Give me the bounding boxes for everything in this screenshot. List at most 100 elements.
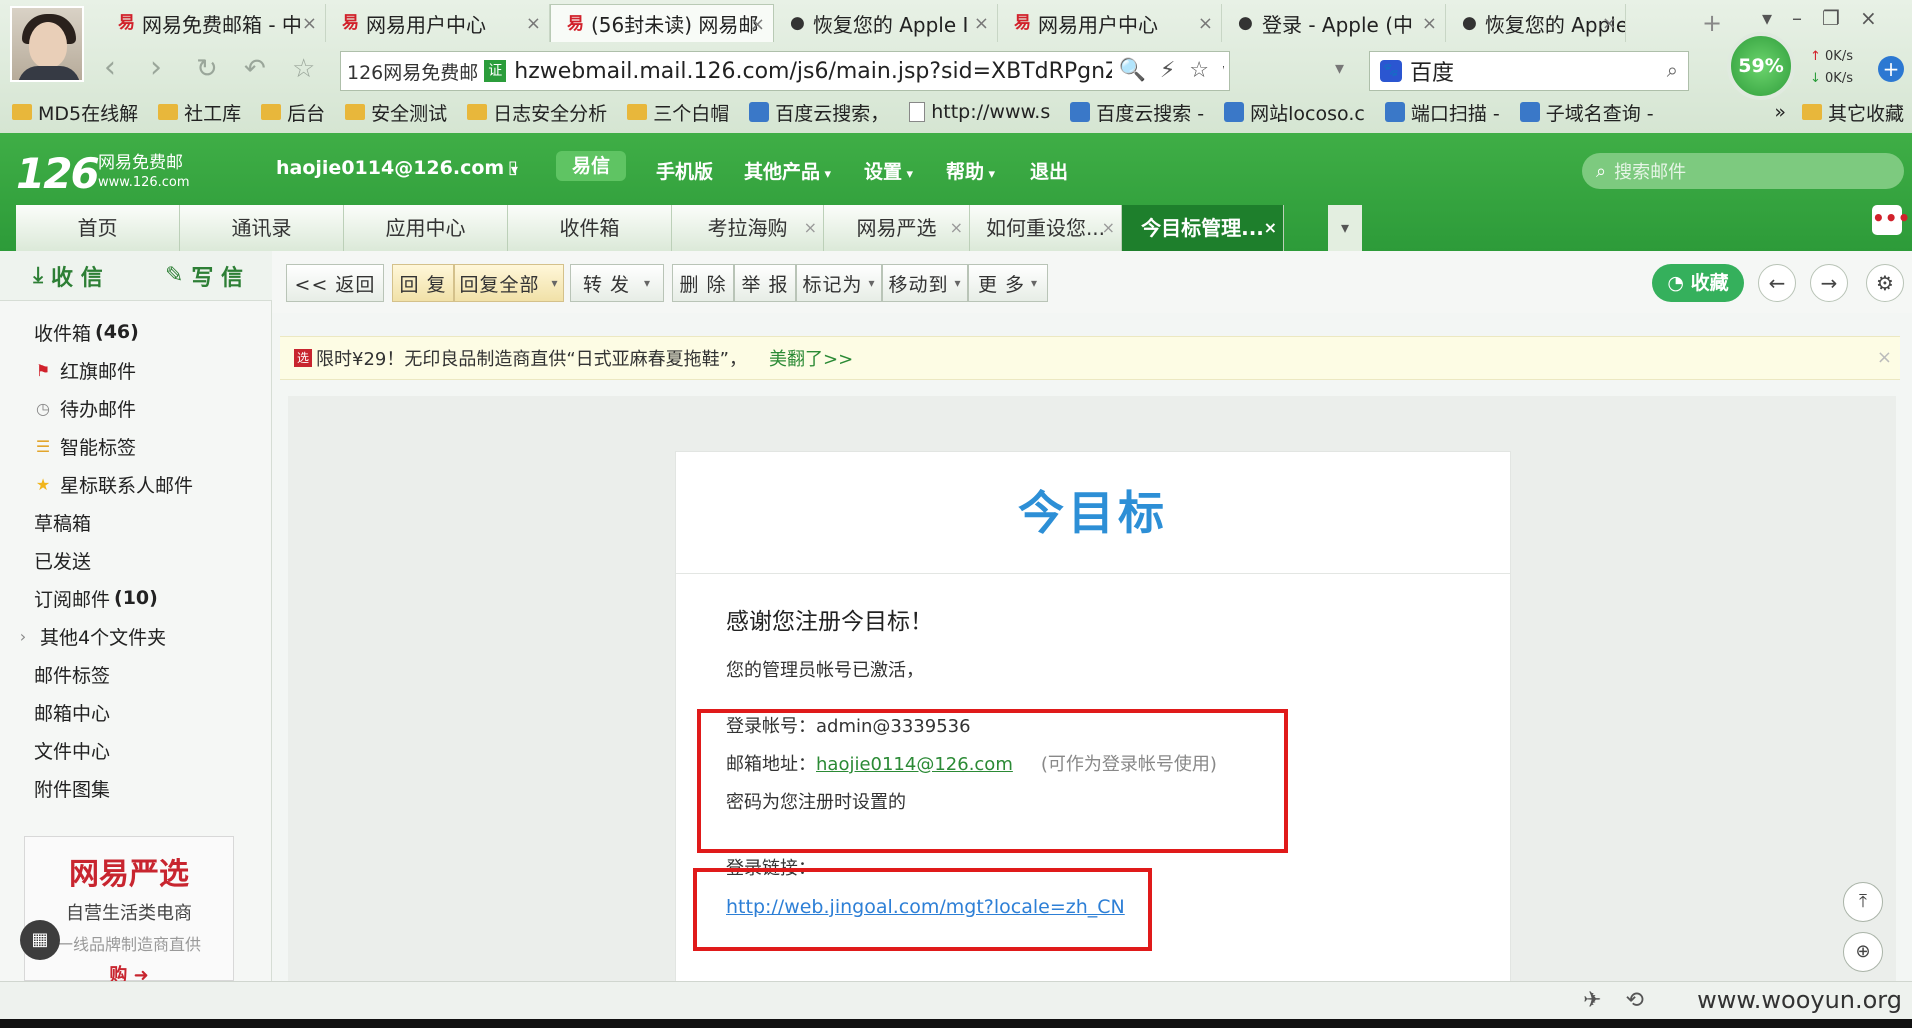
scroll-top-icon[interactable]: ⤒ <box>1843 882 1883 922</box>
tab-contacts[interactable]: 通讯录 <box>180 205 344 251</box>
folder-mail-tags[interactable]: 邮件标签 <box>0 655 272 693</box>
browser-tab[interactable]: 易网易用户中心 × <box>998 4 1222 42</box>
bookmark-item[interactable]: 社工库 <box>158 99 241 126</box>
close-icon[interactable]: × <box>804 205 817 251</box>
delete-button[interactable]: 删 除 <box>672 264 734 302</box>
back-button[interactable]: << 返回 <box>286 264 384 302</box>
back-icon[interactable]: ‹ <box>104 50 116 85</box>
report-button[interactable]: 举 报 <box>734 264 796 302</box>
search-engine-box[interactable]: 🐾 百度 ⌕ <box>1369 51 1689 91</box>
bookmark-item[interactable]: 百度云搜索 - <box>1070 99 1204 126</box>
browser-tab[interactable]: ● 登录 - Apple (中 × <box>1222 4 1446 42</box>
mail-search-input[interactable]: ⌕ 搜索邮件 <box>1582 153 1904 189</box>
move-to-button[interactable]: 移动到 ▾ <box>882 264 968 302</box>
browser-tab[interactable]: 易网易免费邮箱 - 中 × <box>102 4 326 42</box>
bookmark-item[interactable]: 百度云搜索， <box>749 99 889 126</box>
bookmark-item[interactable]: MD5在线解 <box>12 99 138 126</box>
bookmark-item[interactable]: 其它收藏 <box>1801 99 1904 126</box>
prev-mail-arrow-icon[interactable]: ← <box>1758 264 1796 302</box>
close-tab-icon[interactable]: × <box>974 13 989 34</box>
browser-tab[interactable]: ● 恢复您的 Apple I × <box>1446 4 1626 42</box>
next-mail-arrow-icon[interactable]: → <box>1810 264 1848 302</box>
promo-link[interactable]: 美翻了>> <box>769 345 853 371</box>
apps-grid-icon[interactable]: ▦ <box>20 920 60 960</box>
address-bar[interactable]: 126网易免费邮 证 hzwebmail.mail.126.com/js6/ma… <box>340 51 1230 91</box>
bookmark-item[interactable]: » <box>1774 101 1786 123</box>
folder-starred-contacts[interactable]: ★ 星标联系人邮件 <box>0 465 272 503</box>
tab-jingoal-mail[interactable]: 今目标管理... × <box>1122 205 1284 251</box>
header-link-logout[interactable]: 退出 <box>1030 157 1068 184</box>
user-avatar[interactable] <box>10 6 84 82</box>
bookmark-item[interactable]: 端口扫描 - <box>1384 99 1500 126</box>
folder-others[interactable]: › 其他4个文件夹 <box>0 617 272 655</box>
folder-sent[interactable]: 已发送 <box>0 541 272 579</box>
close-tab-icon[interactable]: × <box>1198 13 1213 34</box>
reply-button[interactable]: 回 复 <box>392 264 454 302</box>
browser-tab[interactable]: 易网易用户中心 × <box>326 4 550 42</box>
header-link-settings[interactable]: 设置 ▾ <box>864 157 913 184</box>
bookmark-item[interactable]: 安全测试 <box>345 99 447 126</box>
bookmark-item[interactable]: 日志安全分析 <box>467 99 607 126</box>
folder-flagged[interactable]: ⚑ 红旗邮件 <box>0 351 272 389</box>
account-menu[interactable]: haojie0114@126.com ▾ <box>276 157 518 179</box>
bookmark-item[interactable]: 三个白帽 <box>627 99 729 126</box>
header-link-mobile[interactable]: 手机版 <box>656 157 713 184</box>
plus-icon[interactable]: + <box>1878 56 1904 82</box>
folder-drafts[interactable]: 草稿箱 <box>0 503 272 541</box>
promo-banner[interactable]: 选 限时¥29！无印良品制造商直供“日式亚麻春夏拖鞋”， 美翻了>> × <box>280 336 1900 380</box>
tab-kaola[interactable]: 考拉海购 × <box>672 205 824 251</box>
reply-all-button[interactable]: 回复全部 ▾ <box>454 264 564 302</box>
more-dots-icon[interactable]: ••• <box>1872 205 1910 235</box>
search-icon[interactable]: ⌕ <box>1667 58 1678 82</box>
browser-tab[interactable]: ● 恢复您的 Apple I × <box>774 4 998 42</box>
forward-button[interactable]: 转 发 ▾ <box>570 264 664 302</box>
status-icons[interactable]: ✈⟲ <box>1583 988 1668 1013</box>
new-tab-button[interactable]: + <box>1702 9 1722 37</box>
undo-icon[interactable]: ↶ <box>244 54 266 84</box>
address-bar-icons[interactable]: 🔍⚡☆ <box>1112 58 1223 83</box>
window-controls[interactable]: ▾–❐× <box>1762 6 1897 30</box>
phone-icon[interactable]: ▯ <box>508 157 518 178</box>
folder-subscriptions[interactable]: 订阅邮件 (10) <box>0 579 272 617</box>
more-tabs-chevron-icon[interactable]: ▾ <box>1328 205 1362 251</box>
close-tab-icon[interactable]: × <box>1602 13 1617 34</box>
more-button[interactable]: 更 多 ▾ <box>968 264 1048 302</box>
folder-inbox[interactable]: 收件箱 (46) <box>0 313 272 351</box>
compose-button[interactable]: ✎ 写 信 <box>136 251 272 300</box>
tab-app-center[interactable]: 应用中心 <box>344 205 508 251</box>
close-tab-icon[interactable]: × <box>302 13 317 34</box>
mark-as-button[interactable]: 标记为 ▾ <box>796 264 882 302</box>
gear-icon[interactable]: ⚙ <box>1866 264 1904 302</box>
header-link-products[interactable]: 其他产品 ▾ <box>744 157 831 184</box>
close-tab-icon[interactable]: × <box>526 13 541 34</box>
folder-smart-tags[interactable]: ☰ 智能标签 <box>0 427 272 465</box>
folder-mail-center[interactable]: 邮箱中心 <box>0 693 272 731</box>
close-icon[interactable]: × <box>1877 347 1892 368</box>
tab-reset-guide[interactable]: 如何重设您... × <box>970 205 1122 251</box>
close-icon[interactable]: × <box>1102 205 1115 251</box>
header-link-help[interactable]: 帮助 ▾ <box>946 157 995 184</box>
favorite-button[interactable]: ◔ 收藏 <box>1652 264 1744 302</box>
receive-button[interactable]: ⤓ 收 信 <box>0 251 136 300</box>
yixin-button[interactable]: 易信 <box>556 151 626 181</box>
browser-tab-active[interactable]: 易 (56封未读) 网易邮 × <box>550 4 774 42</box>
bookmark-item[interactable]: 网站locoso.c <box>1224 99 1365 126</box>
refresh-icon[interactable]: ↻ <box>196 54 218 84</box>
zoom-icon[interactable]: ⊕ <box>1843 932 1883 972</box>
forward-icon[interactable]: › <box>150 50 162 85</box>
certificate-icon[interactable]: 证 <box>484 60 507 82</box>
folder-todo[interactable]: ◷ 待办邮件 <box>0 389 272 427</box>
close-tab-icon[interactable]: × <box>750 14 765 35</box>
close-tab-icon[interactable]: × <box>1422 13 1437 34</box>
yanxuan-ad[interactable]: 网易严选 自营生活类电商 一线品牌制造商直供 购 ➜ <box>24 836 234 986</box>
tab-yanxuan[interactable]: 网易严选 × <box>824 205 970 251</box>
tab-inbox[interactable]: 收件箱 <box>508 205 672 251</box>
bookmark-item[interactable]: 后台 <box>261 99 325 126</box>
bookmark-star-icon[interactable]: ☆ <box>292 54 315 84</box>
close-icon[interactable]: × <box>950 205 963 251</box>
folder-attachments[interactable]: 附件图集 <box>0 769 272 807</box>
tab-home[interactable]: 首页 <box>16 205 180 251</box>
folder-file-center[interactable]: 文件中心 <box>0 731 272 769</box>
bookmark-item[interactable]: http://www.s <box>909 101 1050 123</box>
address-dropdown-icon[interactable]: ▾ <box>1335 58 1344 79</box>
